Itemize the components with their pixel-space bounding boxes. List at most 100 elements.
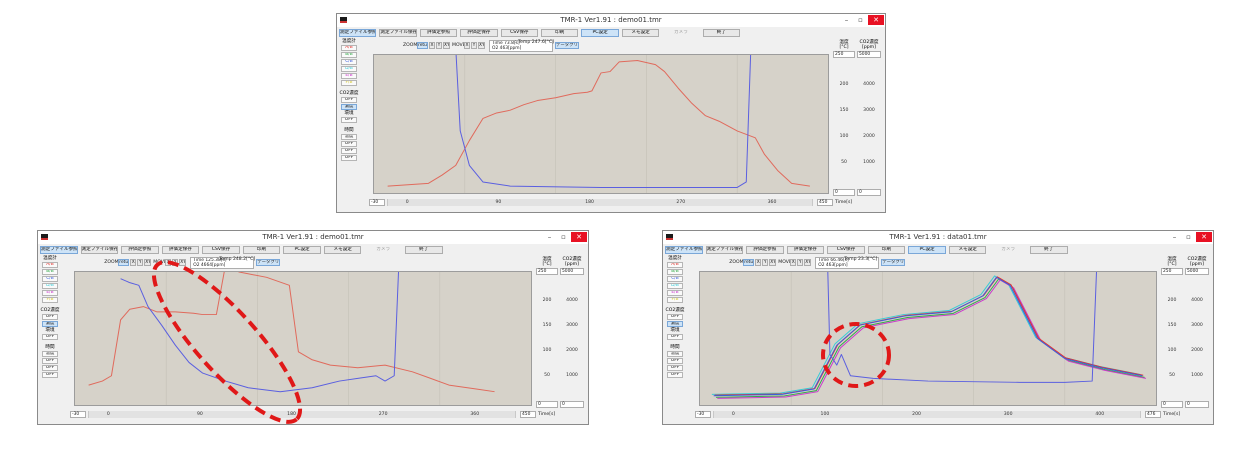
time-toggle-0[interactable]: 温度 [667,351,683,357]
environment-toggle[interactable]: OFF [667,334,683,340]
co2-toggle-0[interactable]: OFF [667,314,683,320]
channel-toggle-3[interactable]: D/B [42,283,58,289]
menu-button-0[interactable]: 測定ファイル参照 [339,29,377,37]
time-toggle-0[interactable]: 温度 [42,351,58,357]
menu-button-5[interactable]: 印刷 [541,29,579,37]
channel-toggle-1[interactable]: B/B [341,52,357,58]
co2-min-input[interactable]: 0 [560,401,584,408]
menu-button-1[interactable]: 測定ファイル保存 [80,246,119,254]
menu-button-9[interactable]: 終了 [702,29,741,37]
move-y-button[interactable]: Y [797,259,804,266]
menu-button-8[interactable]: カメラ [989,246,1027,254]
zoom-x-button[interactable]: X [130,259,137,266]
menu-button-7[interactable]: メモ設定 [323,246,362,254]
menu-button-1[interactable]: 測定ファイル保存 [379,29,417,37]
channel-toggle-2[interactable]: C/B [341,59,357,65]
zoom-y-button[interactable]: Y [137,259,144,266]
move-xy-button[interactable]: XY [179,259,187,266]
time-toggle-2[interactable]: OFF [42,365,58,371]
x-scrollbar[interactable] [88,411,516,418]
menu-button-0[interactable]: 測定ファイル参照 [665,246,703,254]
channel-toggle-5[interactable]: F/B [42,297,58,303]
menu-button-3[interactable]: 評価定保存 [786,246,825,254]
menu-button-0[interactable]: 測定ファイル参照 [40,246,78,254]
move-xy-button[interactable]: XY [478,42,485,49]
channel-toggle-4[interactable]: E/B [667,290,683,296]
move-x-button[interactable]: X [464,42,470,49]
zoom-y-button[interactable]: Y [436,42,442,49]
temperature-min-input[interactable]: 0 [536,401,558,408]
title-bar[interactable]: TMR-1 Ver1.91 : demo01.tmr – ▫ ✕ [38,231,588,244]
minimize-button[interactable]: – [1168,232,1181,242]
x-scrollbar[interactable] [713,411,1141,418]
time-toggle-3[interactable]: OFF [42,372,58,378]
environment-toggle[interactable]: OFF [42,334,58,340]
menu-button-1[interactable]: 測定ファイル保存 [705,246,744,254]
move-y-button[interactable]: Y [471,42,477,49]
menu-button-2[interactable]: 評価定参照 [746,246,784,254]
x-max-input[interactable]: 476 [1145,411,1161,418]
time-toggle-1[interactable]: OFF [341,141,357,147]
channel-toggle-4[interactable]: E/B [341,73,357,79]
time-toggle-1[interactable]: OFF [667,358,683,364]
channel-toggle-4[interactable]: E/B [42,290,58,296]
maximize-button[interactable]: ▫ [854,15,867,25]
x-max-input[interactable]: 450 [520,411,536,418]
menu-button-9[interactable]: 終了 [1029,246,1068,254]
menu-button-2[interactable]: 評価定参照 [121,246,159,254]
channel-toggle-2[interactable]: C/B [667,276,683,282]
maximize-button[interactable]: ▫ [557,232,570,242]
temperature-min-input[interactable]: 0 [1161,401,1183,408]
move-x-button[interactable]: X [165,259,172,266]
co2-toggle-1[interactable]: 濃度 [42,321,58,327]
zoom-x-button[interactable]: X [755,259,762,266]
zoom-y-button[interactable]: Y [762,259,769,266]
menu-button-3[interactable]: 評価定保存 [460,29,498,37]
channel-toggle-1[interactable]: B/B [667,269,683,275]
zoom-xy-button[interactable]: XY [769,259,777,266]
move-xy-button[interactable]: XY [804,259,812,266]
co2-toggle-0[interactable]: OFF [341,97,357,103]
close-button[interactable]: ✕ [1196,232,1212,242]
temperature-max-input[interactable]: 250 [536,268,558,275]
menu-button-5[interactable]: 印刷 [867,246,906,254]
title-bar[interactable]: TMR-1 Ver1.91 : data01.tmr – ▫ ✕ [663,231,1213,244]
co2-max-input[interactable]: 5000 [857,51,881,58]
co2-min-input[interactable]: 0 [1185,401,1209,408]
x-max-input[interactable]: 450 [817,199,833,206]
plot-area[interactable] [74,271,532,406]
menu-button-4[interactable]: CSV保存 [500,29,538,37]
co2-toggle-0[interactable]: OFF [42,314,58,320]
menu-button-7[interactable]: メモ設定 [621,29,660,37]
co2-max-input[interactable]: 5000 [1185,268,1209,275]
menu-button-4[interactable]: CSV保存 [827,246,865,254]
plot-area[interactable] [373,54,829,194]
move-y-button[interactable]: Y [172,259,179,266]
co2-toggle-1[interactable]: 濃度 [667,321,683,327]
menu-button-6[interactable]: PC設定 [908,246,946,254]
channel-toggle-0[interactable]: A/B [42,262,58,268]
zoom-return-button[interactable]: return [118,259,130,266]
minimize-button[interactable]: – [543,232,556,242]
maximize-button[interactable]: ▫ [1182,232,1195,242]
menu-button-5[interactable]: 印刷 [242,246,281,254]
channel-toggle-5[interactable]: F/B [667,297,683,303]
time-toggle-3[interactable]: OFF [341,155,357,161]
channel-toggle-3[interactable]: D/B [667,283,683,289]
time-toggle-3[interactable]: OFF [667,372,683,378]
time-toggle-2[interactable]: OFF [667,365,683,371]
temperature-min-input[interactable]: 0 [833,189,855,196]
channel-toggle-2[interactable]: C/B [42,276,58,282]
move-x-button[interactable]: X [790,259,797,266]
data-clear-button[interactable]: データクリア [881,259,906,266]
menu-button-6[interactable]: PC設定 [581,29,619,37]
channel-toggle-0[interactable]: A/B [667,262,683,268]
zoom-return-button[interactable]: return [743,259,755,266]
menu-button-2[interactable]: 評価定参照 [419,29,458,37]
title-bar[interactable]: TMR-1 Ver1.91 : demo01.tmr – ▫ ✕ [337,14,885,27]
menu-button-8[interactable]: カメラ [364,246,402,254]
data-clear-button[interactable]: データクリア [256,259,281,266]
co2-max-input[interactable]: 5000 [560,268,584,275]
plot-area[interactable] [699,271,1157,406]
temperature-max-input[interactable]: 250 [833,51,855,58]
